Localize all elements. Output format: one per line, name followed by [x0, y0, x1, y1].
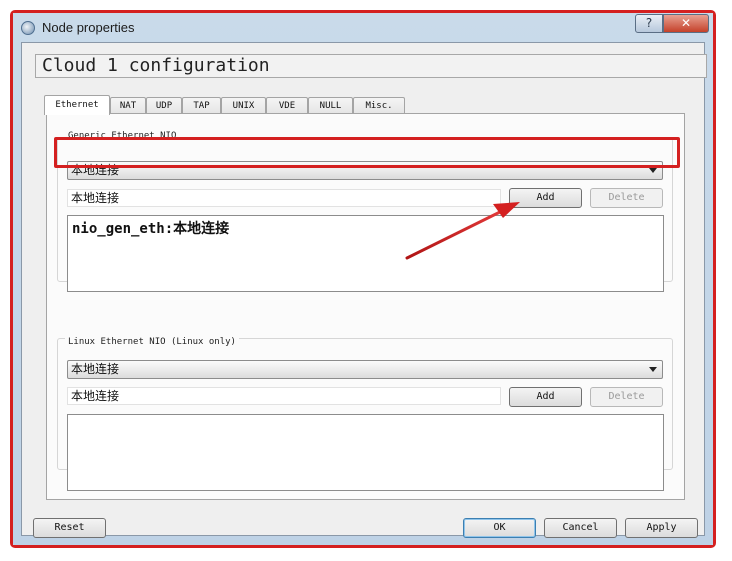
annotation-arrow-icon	[405, 202, 520, 260]
tab-ethernet[interactable]: Ethernet	[44, 95, 110, 115]
